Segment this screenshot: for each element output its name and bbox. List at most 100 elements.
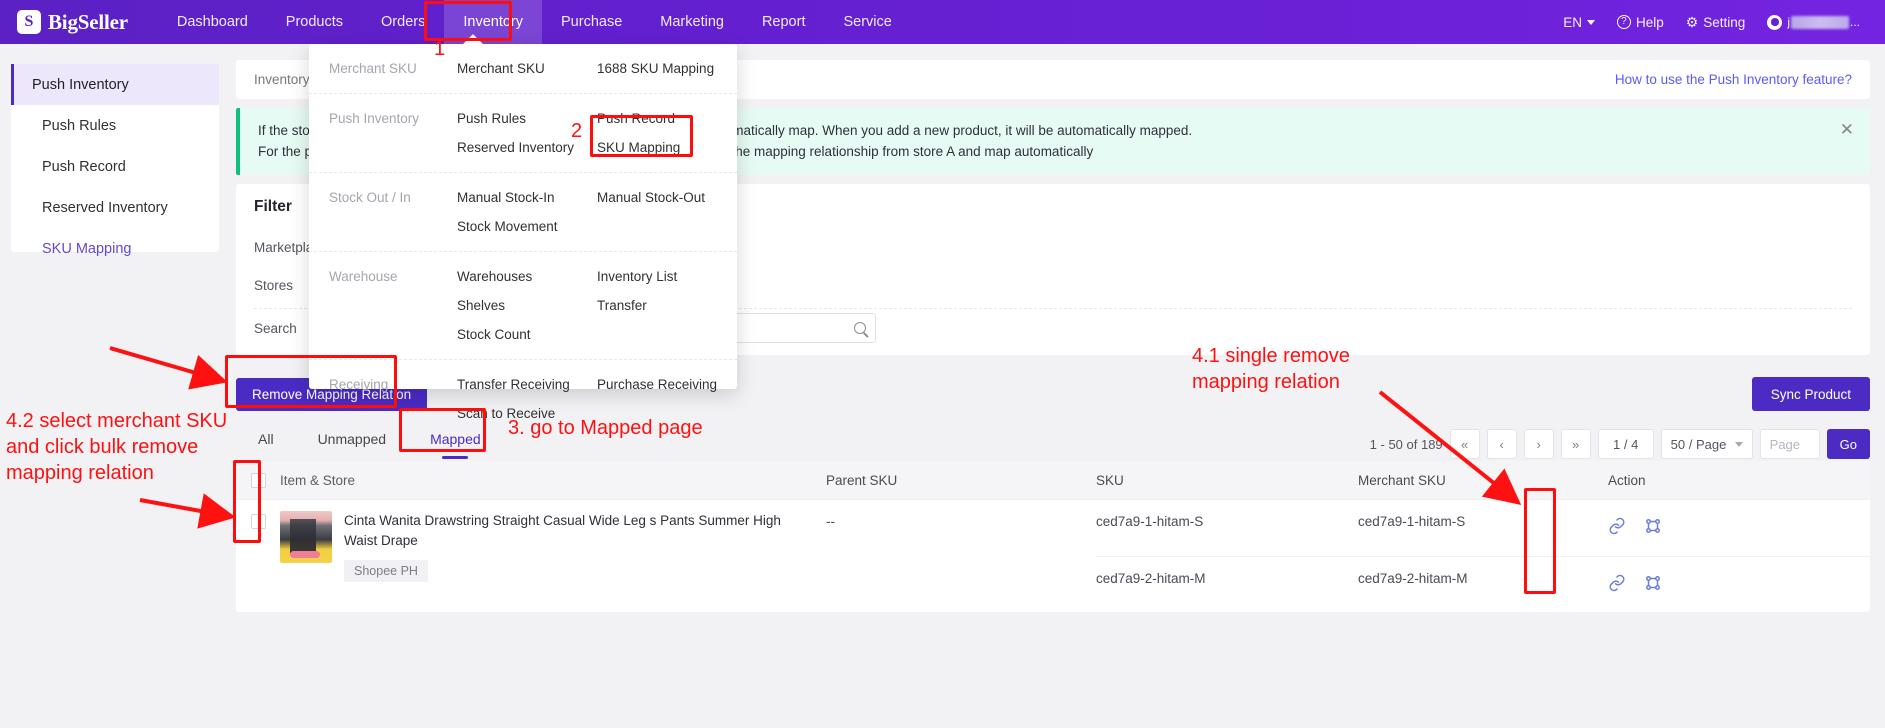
menu-category-label: Stock Out / In: [329, 190, 411, 205]
menu-category-label: Warehouse: [329, 269, 398, 284]
row-sku: ced7a9-2-hitam-M: [1096, 571, 1206, 586]
user-account-menu[interactable]: j...: [1758, 14, 1869, 30]
close-icon[interactable]: ✕: [1840, 121, 1854, 138]
select-all-cell: [236, 472, 280, 488]
menu-item-manual-stock-in[interactable]: Manual Stock-In: [457, 183, 597, 212]
menu-group-push-inventory: Push Inventory Push Rules Reserved Inven…: [309, 94, 737, 173]
nav-item-service[interactable]: Service: [824, 0, 910, 44]
menu-group-merchant-sku: Merchant SKU Merchant SKU 1688 SKU Mappi…: [309, 44, 737, 94]
search-icon: [854, 322, 866, 334]
nav-item-inventory[interactable]: Inventory: [444, 0, 543, 44]
nav-right-area: EN ? Help ⚙ Setting j...: [1554, 14, 1869, 30]
sidebar-item-push-record[interactable]: Push Record: [11, 146, 219, 187]
menu-item-warehouses[interactable]: Warehouses: [457, 262, 597, 291]
page-size-select[interactable]: 50 / Page: [1660, 429, 1753, 459]
nav-item-products[interactable]: Products: [267, 0, 362, 44]
select-all-checkbox[interactable]: [250, 472, 266, 488]
nav-item-dashboard[interactable]: Dashboard: [158, 0, 267, 44]
pagination-first-button[interactable]: «: [1449, 429, 1480, 459]
brand-name: BigSeller: [48, 9, 128, 34]
arrow-to-remove-button: [109, 346, 228, 390]
sidebar-item-sku-mapping[interactable]: SKU Mapping: [11, 228, 219, 269]
sku-mapping-table: Item & Store Parent SKU SKU Merchant SKU…: [236, 461, 1870, 612]
link-icon[interactable]: [1608, 517, 1626, 535]
row-parent-sku: --: [826, 514, 835, 529]
tab-all[interactable]: All: [236, 419, 296, 459]
menu-group-stock-out-in: Stock Out / In Manual Stock-In Stock Mov…: [309, 173, 737, 252]
menu-category-label: Receiving: [329, 377, 389, 392]
page-number-input[interactable]: Page: [1759, 429, 1820, 459]
menu-item-transfer-receiving[interactable]: Transfer Receiving: [457, 370, 597, 399]
menu-item-stock-movement[interactable]: Stock Movement: [457, 212, 597, 241]
setting-label: Setting: [1703, 14, 1746, 30]
chevron-down-icon: [1586, 19, 1595, 25]
row-merchant-sku: ced7a9-2-hitam-M: [1358, 571, 1468, 586]
link-icon[interactable]: [1608, 574, 1626, 592]
column-header-sku: SKU: [1096, 472, 1124, 488]
pagination-range: 1 - 50 of 189: [1369, 436, 1443, 452]
chevron-down-icon: [1734, 441, 1743, 447]
row-merchant-sku: ced7a9-1-hitam-S: [1358, 514, 1466, 529]
annotation-step-4-2: 4.2 select merchant SKU and click bulk r…: [6, 410, 228, 484]
go-button[interactable]: Go: [1826, 429, 1870, 459]
breadcrumb: Inventory: [254, 72, 310, 87]
app-root: S BigSeller Dashboard Products Orders In…: [0, 0, 1885, 728]
gear-icon: ⚙: [1685, 14, 1699, 30]
help-label: Help: [1635, 14, 1664, 30]
product-title: Cinta Wanita Drawstring Straight Casual …: [344, 513, 781, 548]
username: j...: [1787, 15, 1860, 29]
column-header-action: Action: [1608, 472, 1646, 488]
sidebar: Push Inventory Push Rules Push Record Re…: [11, 64, 219, 257]
menu-item-push-rules[interactable]: Push Rules: [457, 104, 597, 133]
page-number-placeholder: Page: [1769, 436, 1801, 452]
sidebar-item-reserved-inventory[interactable]: Reserved Inventory: [11, 187, 219, 228]
sync-product-button[interactable]: Sync Product: [1751, 377, 1870, 411]
row-action-cell: [1608, 500, 1870, 556]
username-redacted: [1790, 15, 1849, 29]
menu-item-inventory-list[interactable]: Inventory List: [597, 262, 737, 291]
menu-item-push-record[interactable]: Push Record: [597, 104, 737, 133]
menu-category-label: Push Inventory: [329, 111, 420, 126]
nav-items: Dashboard Products Orders Inventory Purc…: [158, 0, 911, 44]
help-button[interactable]: ? Help: [1608, 15, 1673, 30]
sidebar-item-push-inventory[interactable]: Push Inventory: [11, 64, 219, 105]
pagination-page-of: 1 / 4: [1597, 429, 1654, 459]
arrow-to-checkbox: [139, 493, 236, 529]
menu-item-merchant-sku[interactable]: Merchant SKU: [457, 54, 597, 83]
nav-item-orders[interactable]: Orders: [362, 0, 444, 44]
nav-item-marketing[interactable]: Marketing: [641, 0, 743, 44]
unlink-icon[interactable]: [1644, 574, 1662, 592]
pagination-last-button[interactable]: »: [1560, 429, 1591, 459]
menu-item-reserved-inventory[interactable]: Reserved Inventory: [457, 133, 597, 162]
language-selector[interactable]: EN: [1554, 15, 1604, 30]
row-checkbox[interactable]: [250, 514, 266, 529]
product-thumbnail-icon: [280, 511, 332, 563]
sidebar-item-push-rules[interactable]: Push Rules: [11, 105, 219, 146]
setting-button[interactable]: ⚙ Setting: [1677, 15, 1755, 30]
table-header-row: Item & Store Parent SKU SKU Merchant SKU…: [236, 461, 1870, 499]
question-mark-icon: ?: [1616, 15, 1631, 29]
menu-item-manual-stock-out[interactable]: Manual Stock-Out: [597, 183, 737, 212]
brand-logo-area[interactable]: S BigSeller: [17, 10, 128, 35]
menu-group-receiving: Receiving Transfer Receiving Scan to Rec…: [309, 360, 737, 438]
menu-item-shelves[interactable]: Shelves: [457, 291, 597, 320]
nav-item-purchase[interactable]: Purchase: [542, 0, 641, 44]
column-header-item-store: Item & Store: [280, 472, 356, 488]
row-sku: ced7a9-1-hitam-S: [1096, 514, 1204, 529]
menu-item-scan-to-receive[interactable]: Scan to Receive: [457, 399, 597, 428]
avatar-icon: [1767, 14, 1783, 30]
nav-item-report[interactable]: Report: [743, 0, 825, 44]
table-row: Cinta Wanita Drawstring Straight Casual …: [236, 499, 1870, 612]
menu-item-sku-mapping[interactable]: SKU Mapping: [597, 133, 737, 162]
menu-item-purchase-receiving[interactable]: Purchase Receiving: [597, 370, 737, 399]
how-to-use-link[interactable]: How to use the Push Inventory feature?: [1615, 72, 1852, 87]
menu-item-stock-count[interactable]: Stock Count: [457, 320, 597, 349]
pagination-prev-button[interactable]: ‹: [1486, 429, 1517, 459]
menu-item-1688-sku-mapping[interactable]: 1688 SKU Mapping: [597, 54, 737, 83]
column-header-merchant-sku: Merchant SKU: [1358, 472, 1446, 488]
unlink-icon[interactable]: [1644, 517, 1662, 535]
menu-category-label: Merchant SKU: [329, 61, 417, 76]
pagination: 1 - 50 of 189 « ‹ › » 1 / 4 50 / Page Pa…: [1370, 429, 1870, 459]
menu-item-transfer[interactable]: Transfer: [597, 291, 737, 320]
pagination-next-button[interactable]: ›: [1523, 429, 1554, 459]
